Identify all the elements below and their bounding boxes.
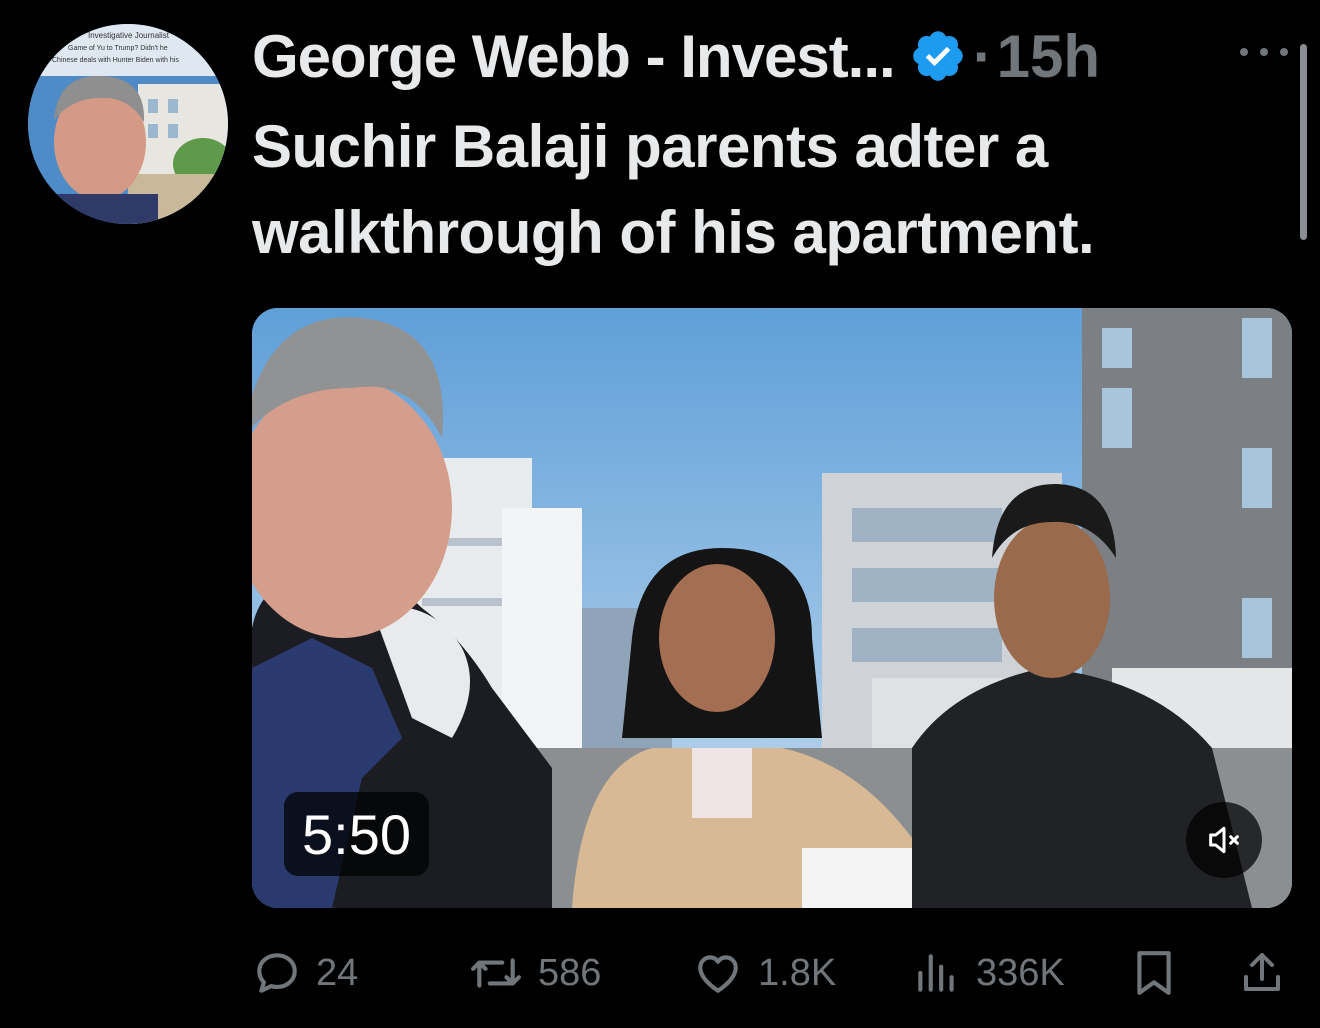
more-dot <box>1260 48 1268 56</box>
video-duration-badge: 5:50 <box>284 792 429 876</box>
unmute-button[interactable] <box>1186 802 1262 878</box>
avatar-banner-line-2: Game of Yu to Trump? Didn't he <box>68 45 168 52</box>
author-name[interactable]: George Webb - Invest... <box>252 22 896 91</box>
like-button[interactable]: 1.8K <box>692 938 836 1008</box>
reply-count: 24 <box>316 951 359 994</box>
header-separator: · <box>972 22 993 90</box>
speaker-muted-icon <box>1209 826 1239 854</box>
more-dot <box>1280 48 1288 56</box>
tweet-header: George Webb - Invest... · 15h <box>252 18 1100 94</box>
retweet-count: 586 <box>538 951 602 994</box>
views-bar-chart-icon <box>918 954 954 992</box>
tweet-action-bar: 24 586 1.8K 336K <box>252 938 1292 1008</box>
retweet-icon <box>471 958 522 988</box>
avatar-banner-line-1: Investigative Journalist <box>88 31 170 40</box>
more-dot <box>1240 48 1248 56</box>
share-button[interactable] <box>1238 938 1286 1008</box>
verified-badge-icon[interactable] <box>909 27 967 85</box>
retweet-button[interactable]: 586 <box>468 938 601 1008</box>
avatar-photo: Investigative Journalist Game of Yu to T… <box>28 24 228 224</box>
tweet-timestamp[interactable]: 15h <box>997 22 1100 91</box>
share-upload-icon <box>1244 953 1280 991</box>
views-count: 336K <box>976 951 1065 994</box>
more-options-icon[interactable] <box>1240 34 1288 70</box>
tweet-text: Suchir Balaji parents adter a walkthroug… <box>252 113 1095 266</box>
bookmark-icon <box>1137 951 1171 995</box>
scrollbar[interactable] <box>1300 44 1307 240</box>
heart-icon <box>698 955 738 993</box>
reply-button[interactable]: 24 <box>252 938 358 1008</box>
views-button[interactable]: 336K <box>912 938 1065 1008</box>
avatar-banner-line-3: Chinese deals with Hunter Biden with his <box>52 57 179 64</box>
author-avatar[interactable]: Investigative Journalist Game of Yu to T… <box>28 24 228 224</box>
video-player[interactable]: 5:50 <box>252 308 1292 908</box>
reply-bubble-icon <box>257 953 297 993</box>
like-count: 1.8K <box>758 951 837 994</box>
bookmark-button[interactable] <box>1132 938 1176 1008</box>
